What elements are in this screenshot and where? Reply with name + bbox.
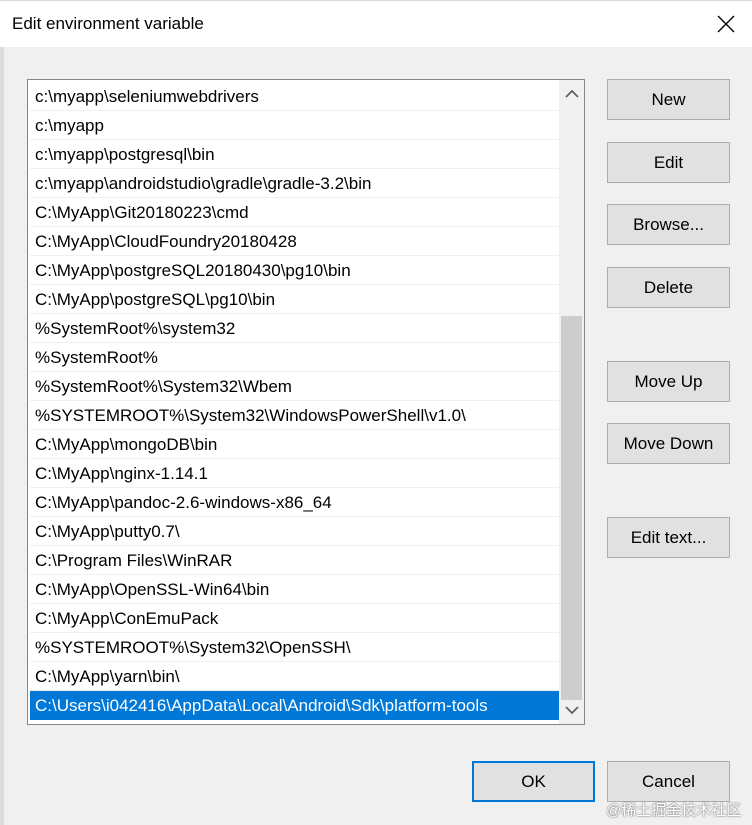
list-item[interactable]: C:\MyApp\yarn\bin\ [30,662,559,691]
scroll-down-button[interactable] [559,696,584,724]
window-title: Edit environment variable [12,14,204,33]
list-item[interactable]: c:\myapp\androidstudio\gradle\gradle-3.2… [30,169,559,198]
list-item[interactable]: C:\MyApp\pandoc-2.6-windows-x86_64 [30,488,559,517]
cancel-button[interactable]: Cancel [607,761,730,802]
list-item[interactable]: %SystemRoot%\system32 [30,314,559,343]
list-item[interactable]: C:\MyApp\putty0.7\ [30,517,559,546]
list-item[interactable]: c:\myapp\seleniumwebdrivers [30,82,559,111]
list-item[interactable]: C:\MyApp\postgreSQL\pg10\bin [30,285,559,314]
watermark: @稀土掘金技术社区 [606,802,742,819]
path-list[interactable]: c:\myapp\seleniumwebdrivers c:\myapp c:\my… [27,79,585,725]
path-list-items: c:\myapp\seleniumwebdrivers c:\myapp c:\my… [30,82,559,720]
new-button[interactable]: New [607,79,730,120]
chevron-up-icon [564,89,579,98]
ok-button[interactable]: OK [472,761,595,802]
list-item[interactable]: c:\myapp [30,111,559,140]
list-item[interactable]: C:\MyApp\postgreSQL20180430\pg10\bin [30,256,559,285]
move-down-button[interactable]: Move Down [607,423,730,464]
close-button[interactable] [706,5,746,43]
window-edge [0,47,4,825]
list-item-selected[interactable]: C:\Users\i042416\AppData\Local\Android\S… [30,691,559,720]
vertical-scrollbar[interactable] [559,80,584,724]
list-item[interactable]: %SYSTEMROOT%\System32\WindowsPowerShell\… [30,401,559,430]
list-item[interactable]: %SystemRoot%\System32\Wbem [30,372,559,401]
list-item[interactable]: C:\MyApp\ConEmuPack [30,604,559,633]
list-item[interactable]: C:\MyApp\mongoDB\bin [30,430,559,459]
close-icon [717,15,735,33]
chevron-down-icon [564,706,579,715]
edit-env-variable-dialog: Edit environment variable c:\myapp\selen… [0,0,752,825]
list-item[interactable]: %SYSTEMROOT%\System32\OpenSSH\ [30,633,559,662]
move-up-button[interactable]: Move Up [607,361,730,402]
list-item[interactable]: C:\MyApp\OpenSSL-Win64\bin [30,575,559,604]
edit-text-button[interactable]: Edit text... [607,517,730,558]
scroll-up-button[interactable] [559,80,584,108]
list-item[interactable]: C:\Program Files\WinRAR [30,546,559,575]
title-bar: Edit environment variable [0,1,752,47]
list-item[interactable]: C:\MyApp\nginx-1.14.1 [30,459,559,488]
list-item[interactable]: c:\myapp\postgresql\bin [30,140,559,169]
list-item[interactable]: C:\MyApp\Git20180223\cmd [30,198,559,227]
scroll-thumb[interactable] [561,316,582,700]
delete-button[interactable]: Delete [607,267,730,308]
list-item[interactable]: %SystemRoot% [30,343,559,372]
list-item[interactable]: C:\MyApp\CloudFoundry20180428 [30,227,559,256]
edit-button[interactable]: Edit [607,142,730,183]
browse-button[interactable]: Browse... [607,204,730,245]
